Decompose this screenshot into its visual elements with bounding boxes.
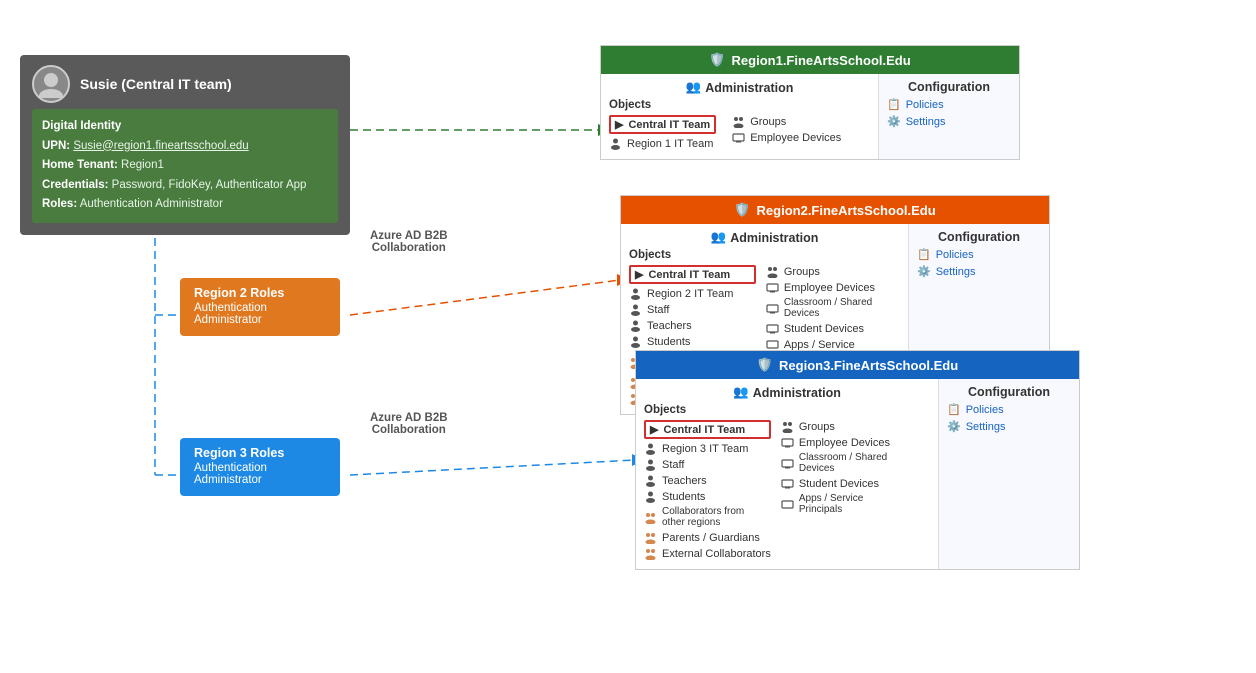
region1-config-header: Configuration xyxy=(887,80,1011,94)
region1-settings[interactable]: ⚙️ Settings xyxy=(887,115,1011,128)
region1-col2: Groups Employee Devices xyxy=(732,115,841,153)
region1-doc-icon: 📋 xyxy=(887,98,901,111)
region2-employee-devices: Employee Devices xyxy=(766,281,875,294)
region3-apps: Apps / ServicePrincipals xyxy=(781,493,890,515)
susie-avatar xyxy=(32,65,70,103)
region3-employee-devices: Employee Devices xyxy=(781,436,890,449)
region2-staff: Staff xyxy=(629,303,756,316)
region3-objects-label: Objects xyxy=(644,404,930,416)
region2-config-header: Configuration xyxy=(917,230,1041,244)
region2-classroom-devices: Classroom / SharedDevices xyxy=(766,297,875,319)
region1-header: 🛡️ Region1.FineArtsSchool.Edu xyxy=(601,46,1019,74)
azure-b2b-top-label: Azure AD B2B Collaboration xyxy=(370,218,448,254)
region3-body: 👥 Administration Objects ▶Central IT Tea… xyxy=(636,379,1079,569)
region2-central-it-team: ▶Central IT Team xyxy=(629,265,756,284)
region1-employee-devices: Employee Devices xyxy=(732,131,841,144)
azure-b2b-mid-label: Azure AD B2B Collaboration xyxy=(370,400,448,436)
region3-policies[interactable]: 📋 Policies xyxy=(947,403,1071,416)
region1-objects-label: Objects xyxy=(609,99,870,111)
region1-title: Region1.FineArtsSchool.Edu xyxy=(732,53,911,68)
region3-config: Configuration 📋 Policies ⚙️ Settings xyxy=(939,379,1079,569)
region1-body: 👥 Administration Objects ▶ Central IT Te… xyxy=(601,74,1019,159)
region2-admin-header: 👥 Administration xyxy=(629,230,900,245)
region1-admin-icon: 👥 xyxy=(686,80,702,95)
home-tenant-row: Home Tenant: Region1 xyxy=(42,156,328,176)
roles-row: Roles: Authentication Administrator xyxy=(42,195,328,215)
region2-admin-icon: 👥 xyxy=(711,230,727,245)
region2-groups: Groups xyxy=(766,265,875,278)
region3-settings[interactable]: ⚙️ Settings xyxy=(947,420,1071,433)
upn-row: UPN: Susie@region1.fineartsschool.edu xyxy=(42,137,328,157)
region3-collaborators: Collaborators fromother regions xyxy=(644,506,771,528)
region1-admin: 👥 Administration Objects ▶ Central IT Te… xyxy=(601,74,879,159)
region3-admin-header: 👥 Administration xyxy=(644,385,930,400)
region3-admin: 👥 Administration Objects ▶Central IT Tea… xyxy=(636,379,939,569)
region1-groups: Groups xyxy=(732,115,841,128)
region2-doc-icon: 📋 xyxy=(917,248,931,261)
region3-classroom-devices: Classroom / SharedDevices xyxy=(781,452,890,474)
region3-roles-title: Region 3 Roles xyxy=(194,446,326,460)
diagram-container: Susie (Central IT team) Digital Identity… xyxy=(0,0,1256,673)
region3-students: Students xyxy=(644,490,771,503)
region2-gear-icon: ⚙️ xyxy=(917,265,931,278)
credentials-row: Credentials: Password, FidoKey, Authenti… xyxy=(42,176,328,196)
region2-roles-subtitle: AuthenticationAdministrator xyxy=(194,302,326,326)
region2-students: Students xyxy=(629,335,756,348)
susie-card: Susie (Central IT team) Digital Identity… xyxy=(20,55,350,235)
region1-col1: ▶ Central IT Team Region 1 IT Team xyxy=(609,115,716,153)
region1-admin-header: 👥 Administration xyxy=(609,80,870,95)
region3-col2: Groups Employee Devices Classroom / Shar… xyxy=(781,420,890,563)
region2-policies[interactable]: 📋 Policies xyxy=(917,248,1041,261)
digital-identity-label: Digital Identity xyxy=(42,117,328,137)
region2-student-devices: Student Devices xyxy=(766,322,875,335)
region2-roles-title: Region 2 Roles xyxy=(194,286,326,300)
region3-central-it-team: ▶Central IT Team xyxy=(644,420,771,439)
region2-title: Region2.FineArtsSchool.Edu xyxy=(757,203,936,218)
region3-roles-subtitle: AuthenticationAdministrator xyxy=(194,462,326,486)
region2-region2-it-team: Region 2 IT Team xyxy=(629,287,756,300)
region3-title: Region3.FineArtsSchool.Edu xyxy=(779,358,958,373)
region1-central-it-icon: ▶ xyxy=(615,118,623,131)
region3-gear-icon: ⚙️ xyxy=(947,420,961,433)
region1-config: Configuration 📋 Policies ⚙️ Settings xyxy=(879,74,1019,159)
region3-doc-icon: 📋 xyxy=(947,403,961,416)
region3-admin-icon: 👥 xyxy=(733,385,749,400)
region2-teachers: Teachers xyxy=(629,319,756,332)
region2-header: 🛡️ Region2.FineArtsSchool.Edu xyxy=(621,196,1049,224)
region3-teachers: Teachers xyxy=(644,474,771,487)
region1-central-it-team: ▶ Central IT Team xyxy=(609,115,716,134)
region3-region3-it-team: Region 3 IT Team xyxy=(644,442,771,455)
susie-header: Susie (Central IT team) xyxy=(32,65,338,103)
region1-gear-icon: ⚙️ xyxy=(887,115,901,128)
region3-icon: 🛡️ xyxy=(757,357,773,373)
region2-objects-label: Objects xyxy=(629,249,900,261)
region2-icon: 🛡️ xyxy=(734,202,750,218)
region3-roles-box: Region 3 Roles AuthenticationAdministrat… xyxy=(180,438,340,496)
region3-col1: ▶Central IT Team Region 3 IT Team Staff xyxy=(644,420,771,563)
region3-student-devices: Student Devices xyxy=(781,477,890,490)
region2-roles-box: Region 2 Roles AuthenticationAdministrat… xyxy=(180,278,340,336)
susie-name: Susie (Central IT team) xyxy=(80,76,232,92)
region3-external: External Collaborators xyxy=(644,547,771,560)
region1-tenant-box: 🛡️ Region1.FineArtsSchool.Edu 👥 Administ… xyxy=(600,45,1020,160)
region3-config-header: Configuration xyxy=(947,385,1071,399)
region3-header: 🛡️ Region3.FineArtsSchool.Edu xyxy=(636,351,1079,379)
region3-tenant-box: 🛡️ Region3.FineArtsSchool.Edu 👥 Administ… xyxy=(635,350,1080,570)
susie-body: Digital Identity UPN: Susie@region1.fine… xyxy=(32,109,338,223)
region2-settings[interactable]: ⚙️ Settings xyxy=(917,265,1041,278)
region3-parents: Parents / Guardians xyxy=(644,531,771,544)
region3-staff: Staff xyxy=(644,458,771,471)
region1-icon: 🛡️ xyxy=(709,52,725,68)
region1-policies[interactable]: 📋 Policies xyxy=(887,98,1011,111)
region3-groups: Groups xyxy=(781,420,890,433)
region1-region1-it-team: Region 1 IT Team xyxy=(609,137,716,150)
